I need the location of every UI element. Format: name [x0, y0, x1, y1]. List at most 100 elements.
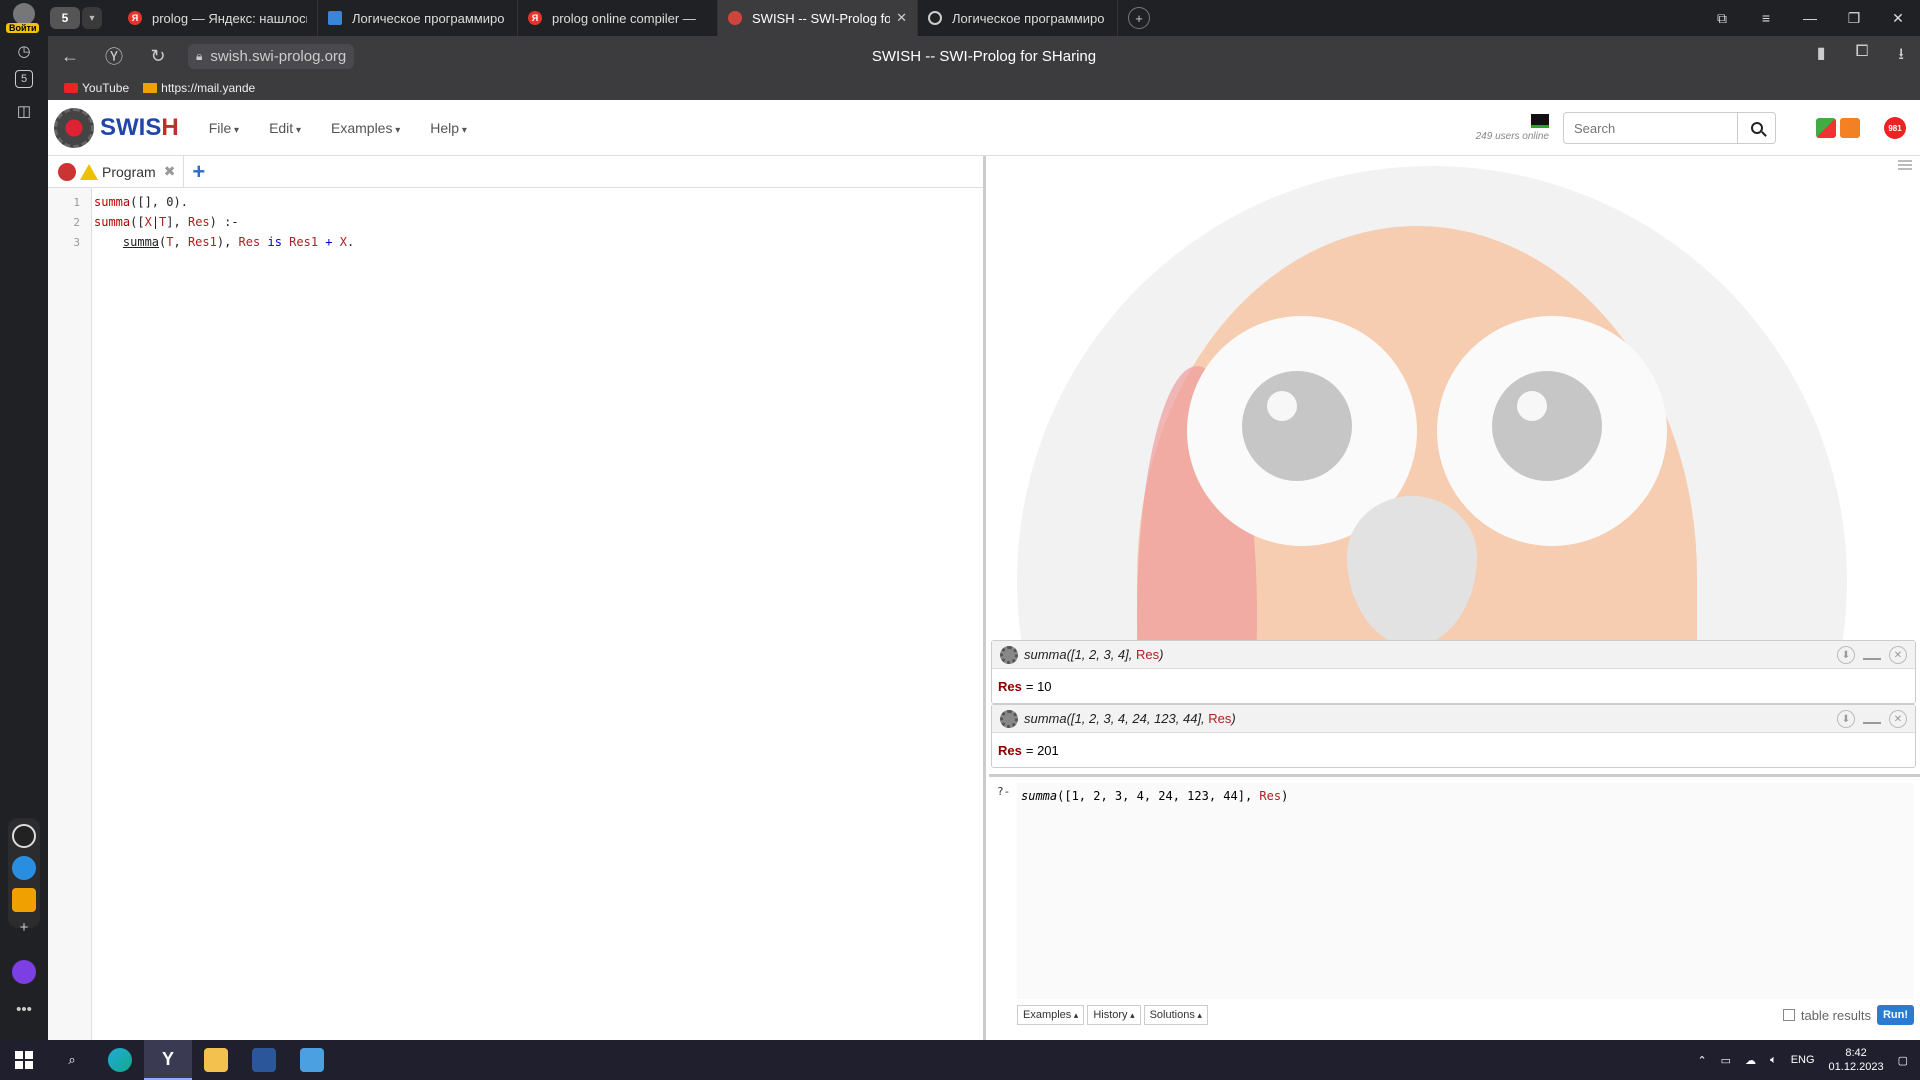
browser-sidebar: ◷ 5 ◫ + ••• — [0, 36, 48, 1040]
download-icon[interactable]: ⬇ — [1837, 646, 1855, 664]
back-icon[interactable]: ← — [48, 46, 92, 67]
close-tab-icon[interactable]: ✖ — [164, 163, 176, 180]
examples-button[interactable]: Examples — [1017, 1005, 1085, 1025]
mail-app-icon[interactable] — [12, 888, 36, 912]
query-answer: summa([1, 2, 3, 4, 24, 123, 44], Res) ⬇ … — [991, 704, 1916, 768]
run-button[interactable]: Run! — [1876, 1005, 1914, 1025]
google-extension-icon[interactable] — [1816, 118, 1836, 138]
code-area[interactable]: 1 summa([], 0). 2 summa([X|T], Res) :- 3 s… — [48, 192, 948, 252]
chat-icon[interactable] — [1531, 114, 1549, 128]
search-taskbar-icon[interactable]: ⌕ — [48, 1040, 96, 1080]
swish-logo[interactable]: SWISH — [54, 107, 179, 148]
edge-app[interactable] — [96, 1040, 144, 1080]
language-indicator[interactable]: ENG — [1791, 1054, 1815, 1066]
clock-time: 8:42 — [1845, 1047, 1867, 1059]
tab-logic-programming-2[interactable]: Логическое программиро — [918, 0, 1118, 36]
network-icon[interactable]: ▭ — [1721, 1054, 1731, 1067]
query-goal: summa([1, 2, 3, 4], Res) — [1024, 647, 1163, 662]
menu-examples[interactable]: Examples — [331, 120, 400, 136]
search-button[interactable] — [1738, 112, 1776, 144]
add-app-icon[interactable]: + — [12, 916, 36, 940]
minimize-icon[interactable] — [1863, 714, 1881, 724]
notifications-icon[interactable]: ▢ — [1898, 1054, 1908, 1067]
history-button[interactable]: History — [1087, 1005, 1141, 1025]
stackoverflow-icon[interactable] — [1840, 118, 1860, 138]
browser-tabstrip: Войти 5 ▾ Яprolog — Яндекс: нашлось Логи… — [0, 0, 1920, 36]
owl-pupil — [1492, 371, 1602, 481]
tab-swish[interactable]: SWISH -- SWI-Prolog for SHaring ✕ — [718, 0, 918, 36]
query-goal: summa([1, 2, 3, 4, 24, 123, 44], Res) — [1024, 711, 1236, 726]
login-badge[interactable]: Войти — [6, 23, 40, 33]
download-icon[interactable]: ⭳ — [1898, 43, 1904, 70]
query-run-controls: table results Run! — [1782, 1005, 1914, 1025]
owl-background — [989, 156, 1920, 640]
volume-icon[interactable]: 🔈︎ — [1770, 1054, 1777, 1067]
bookmark-icon[interactable]: ▮ — [1817, 43, 1826, 70]
table-results-checkbox[interactable] — [1782, 1009, 1795, 1021]
profile-button[interactable]: Войти — [0, 0, 48, 36]
pane-menu-icon[interactable] — [1898, 160, 1912, 170]
messenger-app-icon[interactable] — [12, 856, 36, 880]
menu-edit[interactable]: Edit — [269, 120, 301, 136]
clock[interactable]: 8:42 01.12.2023 — [1829, 1046, 1884, 1074]
query-buttons: Examples History Solutions — [1017, 1005, 1208, 1025]
bookmarks-icon[interactable]: ⧉ — [1700, 10, 1744, 27]
tabs-badge[interactable]: 5 — [15, 70, 33, 88]
alice-app-icon[interactable] — [12, 824, 36, 848]
online-users[interactable]: 249 users online — [1476, 114, 1549, 142]
query-header: summa([1, 2, 3, 4, 24, 123, 44], Res) ⬇ … — [992, 705, 1915, 733]
goal-end: ) — [1159, 647, 1164, 662]
tab-count-button[interactable]: 5 — [50, 7, 80, 29]
tab-program[interactable]: Program ✖ — [58, 155, 185, 188]
tab-logic-programming-1[interactable]: Логическое программиро — [318, 0, 518, 36]
close-icon[interactable]: ✕ — [1889, 646, 1907, 664]
goal-var: Res — [1136, 647, 1160, 662]
minimize-icon[interactable] — [1863, 650, 1881, 660]
lock-icon: 🔒︎ — [196, 48, 203, 63]
query-end: ) — [1281, 789, 1289, 803]
cloud-icon[interactable]: ☁ — [1745, 1054, 1756, 1067]
collections-icon[interactable]: ⧠ — [1856, 43, 1869, 70]
reload-icon[interactable]: ↻ — [136, 46, 180, 67]
yandex-home-icon[interactable]: Ⓨ — [92, 43, 136, 69]
tab-prolog-compiler[interactable]: Яprolog online compiler — — [518, 0, 718, 36]
bookmark-youtube[interactable]: YouTube — [64, 81, 129, 95]
new-tab-button[interactable]: + — [1128, 7, 1150, 29]
code-line: 3 summa(T, Res1), Res is Res1 + X. — [48, 232, 948, 252]
screenshot-icon[interactable]: ◫ — [12, 100, 36, 124]
history-icon[interactable]: ◷ — [12, 40, 36, 64]
word-app[interactable] — [240, 1040, 288, 1080]
menu-help[interactable]: Help — [430, 120, 467, 136]
solutions-button[interactable]: Solutions — [1143, 1005, 1208, 1025]
bookmark-mail[interactable]: https://mail.yande — [143, 81, 255, 95]
system-tray: ⌃ ▭ ☁ 🔈︎ ENG 8:42 01.12.2023 ▢ — [1697, 1040, 1920, 1080]
notification-icon[interactable]: 981 — [1884, 117, 1906, 139]
chevron-up-icon[interactable]: ⌃ — [1697, 1054, 1706, 1067]
minimize-icon[interactable]: — — [1788, 10, 1832, 26]
swish-gear-icon — [54, 107, 94, 148]
tab-label: prolog online compiler — — [552, 10, 696, 26]
more-icon[interactable]: ••• — [12, 998, 36, 1022]
tab-label: prolog — Яндекс: нашлось — [152, 10, 307, 26]
close-icon[interactable]: ✕ — [1889, 710, 1907, 728]
store-app[interactable] — [288, 1040, 336, 1080]
clock-date: 01.12.2023 — [1828, 1061, 1884, 1073]
close-icon[interactable]: ✕ — [896, 10, 907, 26]
yandex-browser-app[interactable]: Y — [144, 1040, 192, 1080]
start-button[interactable] — [0, 1040, 48, 1080]
menu-icon[interactable]: ≡ — [1744, 10, 1788, 26]
restore-icon[interactable]: ❐ — [1832, 10, 1876, 27]
close-window-icon[interactable]: ✕ — [1876, 10, 1920, 27]
add-tab-icon[interactable]: + — [192, 159, 205, 185]
search-input[interactable] — [1563, 112, 1738, 144]
query-editor[interactable]: summa([1, 2, 3, 4, 24, 123, 44], Res) — [1017, 783, 1914, 999]
menu-file[interactable]: File — [209, 120, 239, 136]
download-icon[interactable]: ⬇ — [1837, 710, 1855, 728]
tab-yandex-search[interactable]: Яprolog — Яндекс: нашлось — [118, 0, 318, 36]
address-bar-actions: ▮ ⧠ ⭳ — [1817, 43, 1904, 70]
query-prompt: ?- — [997, 785, 1011, 798]
url-field[interactable]: 🔒︎ swish.swi-prolog.org — [188, 43, 355, 69]
alice-assistant-icon[interactable] — [12, 960, 36, 984]
chevron-down-icon[interactable]: ▾ — [82, 7, 102, 29]
explorer-app[interactable] — [192, 1040, 240, 1080]
